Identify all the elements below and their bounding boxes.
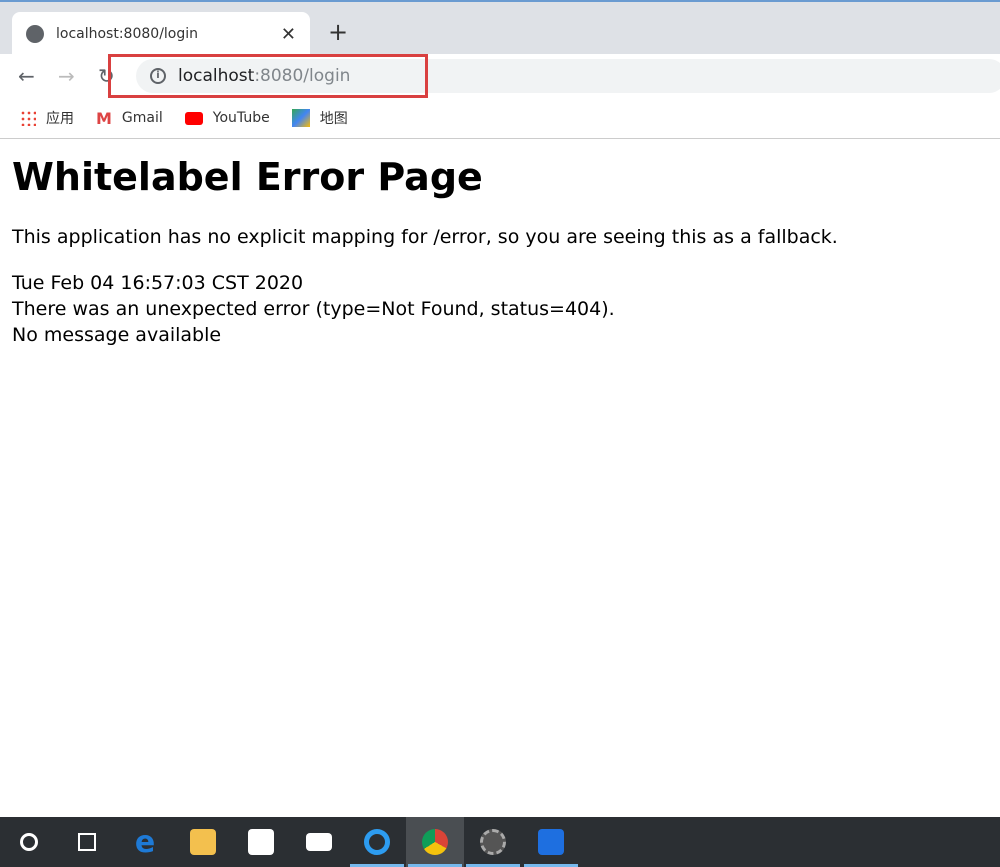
maps-icon xyxy=(291,109,310,127)
new-tab-button[interactable]: + xyxy=(328,18,348,46)
close-tab-icon[interactable]: ✕ xyxy=(281,24,296,45)
settings-app-icon[interactable] xyxy=(464,817,522,867)
page-content: Whitelabel Error Page This application h… xyxy=(12,152,838,348)
forward-button[interactable]: → xyxy=(58,64,75,88)
bookmark-label: 地图 xyxy=(319,111,348,127)
timestamp: Tue Feb 04 16:57:03 CST 2020 xyxy=(12,272,304,294)
bookmark-maps[interactable]: 地图 xyxy=(291,108,348,128)
edge-icon[interactable]: e xyxy=(116,817,174,867)
chrome-icon[interactable] xyxy=(406,817,464,867)
file-explorer-icon[interactable] xyxy=(174,817,232,867)
apps-grid-icon xyxy=(20,110,36,126)
globe-icon xyxy=(26,25,44,43)
bookmark-gmail[interactable]: M Gmail xyxy=(96,109,163,128)
youtube-icon xyxy=(184,111,203,125)
store-icon[interactable] xyxy=(232,817,290,867)
highlight-box xyxy=(108,54,428,98)
bookmark-label: 应用 xyxy=(46,111,74,127)
tab-title: localhost:8080/login xyxy=(56,26,199,42)
bookmark-apps[interactable]: 应用 xyxy=(20,108,74,128)
bookmark-label: Gmail xyxy=(121,110,163,126)
browser-tab[interactable]: localhost:8080/login ✕ xyxy=(12,12,310,56)
lead-text: This application has no explicit mapping… xyxy=(12,226,838,248)
cortana-icon[interactable] xyxy=(0,817,58,867)
gmail-icon: M xyxy=(96,108,112,128)
taskbar: e xyxy=(0,817,1000,867)
bookmarks-bar: 应用 M Gmail YouTube 地图 xyxy=(0,98,1000,139)
bookmark-youtube[interactable]: YouTube xyxy=(184,110,270,126)
back-button[interactable]: ← xyxy=(18,64,35,88)
security-shield-icon[interactable] xyxy=(522,817,580,867)
qq-browser-icon[interactable] xyxy=(348,817,406,867)
message-text: No message available xyxy=(12,324,222,346)
page-title: Whitelabel Error Page xyxy=(12,155,483,199)
error-text: There was an unexpected error (type=Not … xyxy=(12,298,615,320)
mail-icon[interactable] xyxy=(290,817,348,867)
task-view-icon[interactable] xyxy=(58,817,116,867)
tab-strip: localhost:8080/login ✕ + xyxy=(0,0,1000,56)
bookmark-label: YouTube xyxy=(212,110,270,126)
